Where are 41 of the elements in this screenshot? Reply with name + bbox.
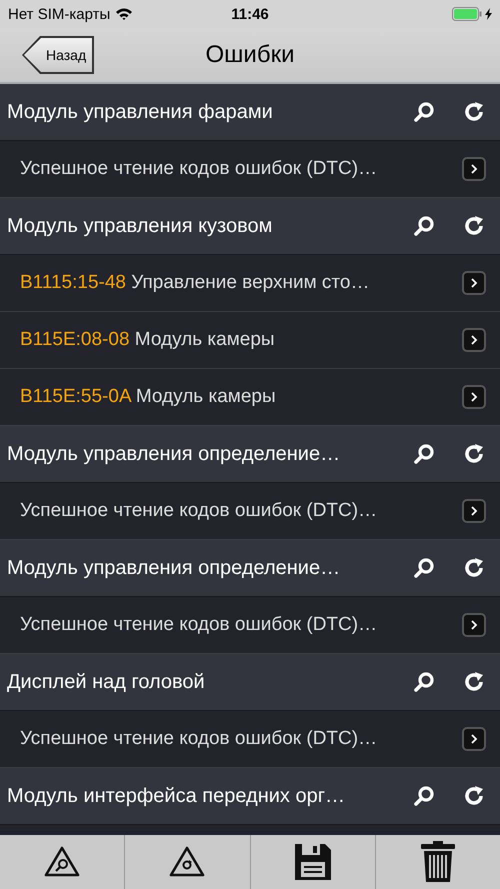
screen-title: Ошибки <box>206 41 294 69</box>
wifi-icon <box>116 8 132 20</box>
status-text: Успешное чтение кодов ошибок (DTC)… <box>20 728 378 750</box>
status-text: Успешное чтение кодов ошибок (DTC)… <box>20 158 378 180</box>
battery-icon <box>452 7 482 21</box>
chevron-icon[interactable] <box>462 499 486 523</box>
chevron-icon[interactable] <box>462 385 486 409</box>
refresh-icon <box>463 785 485 807</box>
status-text: Успешное чтение кодов ошибок (DTC)… <box>20 614 378 636</box>
carrier-text: Нет SIM-карты <box>8 6 110 22</box>
search-icon <box>413 557 435 579</box>
module-name: Модуль управления определение… <box>7 442 342 466</box>
trash-icon <box>420 840 456 884</box>
warning-search-icon <box>43 845 82 879</box>
search-icon <box>413 215 435 237</box>
fault-code-text: B115E:55-0A Модуль камеры <box>20 386 277 408</box>
refresh-icon <box>463 557 485 579</box>
module-name: Дисплей над головой <box>7 670 206 694</box>
search-icon <box>413 785 435 807</box>
refresh-icon <box>463 215 485 237</box>
back-button[interactable]: Назад <box>22 36 94 74</box>
search-icon <box>413 443 435 465</box>
fault-code-text: B1115:15-48 Управление верхним сто… <box>20 272 370 294</box>
module-name: Модуль интерфейса передних орг… <box>7 784 346 808</box>
search-icon <box>413 101 435 123</box>
warning-refresh-icon <box>168 845 206 879</box>
chevron-icon[interactable] <box>462 157 486 181</box>
status-text: Успешное чтение кодов ошибок (DTC)… <box>20 500 378 522</box>
chevron-icon[interactable] <box>462 328 486 352</box>
refresh-icon <box>463 443 485 465</box>
refresh-icon <box>463 101 485 123</box>
module-name: Модуль управления кузовом <box>7 214 274 238</box>
chevron-icon[interactable] <box>462 727 486 751</box>
chevron-icon[interactable] <box>462 271 486 295</box>
refresh-icon <box>463 671 485 693</box>
fault-code-text: B115E:08-08 Модуль камеры <box>20 329 276 351</box>
search-icon <box>413 671 435 693</box>
module-name: Модуль управления определение… <box>7 556 342 580</box>
clock-text: 11:46 <box>231 6 269 22</box>
chevron-icon[interactable] <box>462 613 486 637</box>
module-name: Модуль управления фарами <box>7 100 274 124</box>
